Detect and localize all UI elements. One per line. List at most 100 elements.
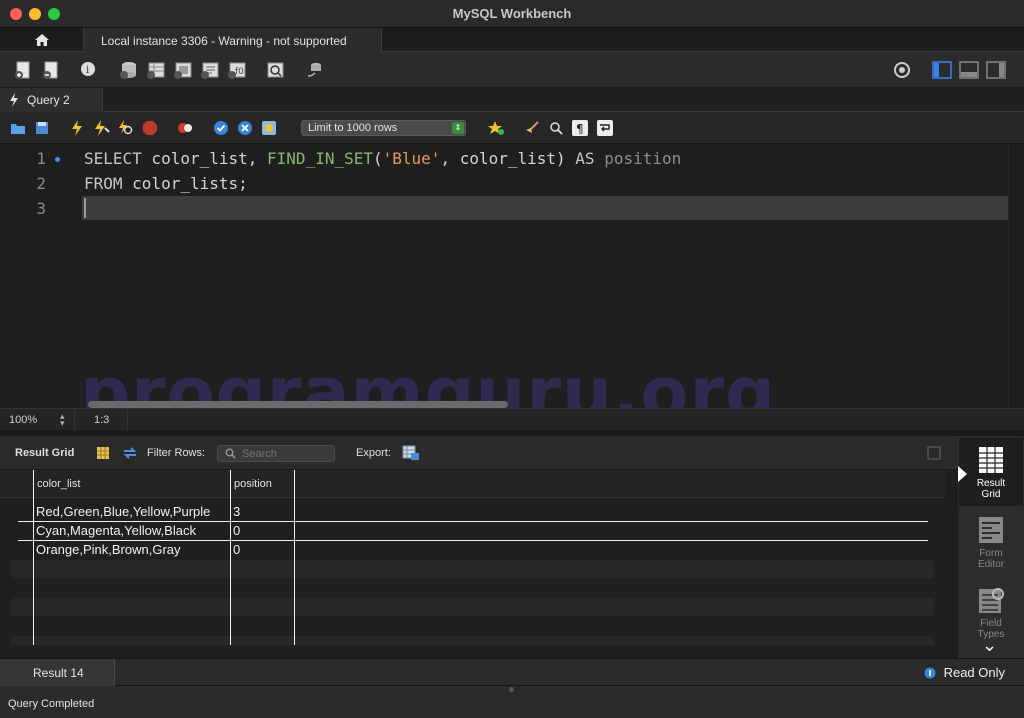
cell-color-list[interactable]: Cyan,Magenta,Yellow,Black — [36, 523, 196, 538]
cell-position[interactable]: 0 — [233, 523, 240, 538]
editor-status-bar: 100% ▴ ▾ 1:3 — [0, 408, 1024, 431]
tab-query-2[interactable]: Query 2 — [0, 88, 103, 112]
resize-grip-icon[interactable] — [509, 687, 514, 692]
save-script-button[interactable] — [33, 119, 51, 137]
chevron-down-icon[interactable]: ⌄ — [982, 635, 997, 656]
limit-rows-select[interactable]: Limit to 1000 rows ⇕ — [301, 120, 466, 136]
code-token: SELECT — [84, 149, 142, 168]
create-procedure-button[interactable] — [199, 59, 221, 81]
empty-row — [11, 636, 934, 645]
bottom-panel-layout-icon — [959, 61, 979, 79]
empty-row — [11, 560, 934, 578]
explain-magnifier-icon — [119, 120, 133, 135]
code-line: FROM color_lists; — [84, 174, 248, 193]
editor-line: 2 FROM color_lists; — [0, 171, 1008, 195]
right-panel-layout-icon — [986, 61, 1006, 79]
rollback-button[interactable] — [236, 119, 254, 137]
statement-marker-icon — [55, 157, 60, 162]
function-add-icon: f0 — [228, 62, 246, 79]
open-script-button[interactable] — [9, 119, 27, 137]
code-token: ( — [373, 149, 383, 168]
create-table-button[interactable] — [145, 59, 167, 81]
read-only-indicator: Read Only — [924, 665, 1005, 680]
column-line — [230, 470, 231, 645]
lightning-cursor-icon — [95, 120, 110, 136]
commit-button[interactable] — [212, 119, 230, 137]
code-token: color_list, — [141, 149, 268, 168]
execute-all-button[interactable] — [68, 119, 86, 137]
table-row[interactable]: Orange,Pink,Brown,Gray 0 — [11, 541, 934, 559]
result-grid-view-button[interactable]: Result Grid — [958, 438, 1023, 506]
export-icon[interactable] — [402, 445, 420, 461]
result-grid-icon — [979, 447, 1003, 473]
new-sql-tab-button[interactable] — [12, 59, 34, 81]
gear-icon — [894, 62, 910, 78]
form-editor-view-button[interactable]: Form Editor — [959, 508, 1023, 576]
column-header-position[interactable]: position — [230, 470, 294, 498]
form-editor-view-label: Form Editor — [977, 548, 1005, 570]
cell-position[interactable]: 3 — [233, 504, 240, 519]
refresh-icon[interactable] — [122, 446, 138, 460]
explain-button[interactable] — [117, 119, 135, 137]
reconnect-button[interactable] — [303, 59, 325, 81]
grid-header: color_list position — [0, 470, 945, 498]
home-button[interactable] — [0, 28, 84, 52]
autocommit-icon — [262, 121, 276, 135]
search-input[interactable] — [242, 447, 330, 460]
cursor-position: 1:3 — [84, 409, 128, 431]
status-bar: Query Completed — [0, 686, 1024, 718]
search-icon — [550, 122, 563, 135]
connection-tab-bar: Local instance 3306 - Warning - not supp… — [0, 28, 1024, 52]
vertical-scrollbar[interactable] — [1008, 144, 1024, 408]
stop-on-error-icon — [178, 123, 192, 133]
add-snippet-button[interactable] — [487, 119, 505, 137]
folder-icon — [11, 124, 25, 134]
create-schema-button[interactable] — [117, 59, 139, 81]
result-grid-label: Result Grid — [15, 447, 75, 459]
toggle-autocommit-button[interactable] — [260, 119, 278, 137]
empty-row — [11, 598, 934, 616]
query-tab-bar: Query 2 — [0, 88, 1024, 112]
sql-editor[interactable]: 1 SELECT color_list, FIND_IN_SET('Blue',… — [0, 144, 1008, 408]
cell-position[interactable]: 0 — [233, 542, 240, 557]
stop-execution-button[interactable] — [141, 119, 159, 137]
search-table-data-button[interactable] — [264, 59, 286, 81]
create-view-button[interactable] — [172, 59, 194, 81]
sql-editor-toolbar: Limit to 1000 rows ⇕ ¶ — [0, 112, 1024, 144]
tab-result-14[interactable]: Result 14 — [0, 659, 115, 686]
open-sql-script-button[interactable] — [40, 59, 62, 81]
code-token: position — [604, 149, 682, 168]
find-button[interactable] — [547, 119, 565, 137]
execute-current-button[interactable] — [93, 119, 111, 137]
grid-toggle-icon[interactable] — [96, 446, 110, 460]
wrap-cell-icon[interactable] — [927, 446, 941, 460]
table-row[interactable]: Cyan,Magenta,Yellow,Black 0 — [11, 522, 934, 540]
toggle-sidebar-button[interactable] — [931, 59, 953, 81]
result-grid[interactable]: color_list position Red,Green,Blue,Yello… — [0, 470, 945, 645]
create-function-button[interactable]: f0 — [226, 59, 248, 81]
toggle-invisible-chars-button[interactable]: ¶ — [571, 119, 589, 137]
column-header-color-list[interactable]: color_list — [33, 470, 231, 498]
line-number: 3 — [36, 199, 46, 218]
filter-rows-search[interactable] — [217, 445, 335, 462]
beautify-button[interactable] — [523, 119, 541, 137]
cell-color-list[interactable]: Orange,Pink,Brown,Gray — [36, 542, 181, 557]
horizontal-scrollbar[interactable] — [88, 401, 508, 408]
code-token: 'Blue' — [382, 149, 441, 168]
column-line — [33, 470, 34, 645]
inspect-button[interactable]: i — [78, 59, 100, 81]
toggle-word-wrap-button[interactable] — [596, 119, 614, 137]
toggle-output-panel-button[interactable] — [958, 59, 980, 81]
cell-color-list[interactable]: Red,Green,Blue,Yellow,Purple — [36, 504, 210, 519]
toggle-stop-on-error-button[interactable] — [176, 119, 194, 137]
toggle-secondary-sidebar-button[interactable] — [985, 59, 1007, 81]
result-grid-view-label: Result Grid — [976, 478, 1006, 500]
result-toolbar: Result Grid Filter Rows: Export: — [0, 436, 958, 470]
svg-text:f0: f0 — [235, 67, 244, 77]
table-row[interactable]: Red,Green,Blue,Yellow,Purple 3 — [11, 503, 934, 521]
connection-tab[interactable]: Local instance 3306 - Warning - not supp… — [84, 28, 382, 52]
preferences-button[interactable] — [891, 59, 913, 81]
zoom-select[interactable]: 100% ▴ ▾ — [0, 409, 75, 431]
sidebar-layout-icon — [932, 61, 952, 79]
